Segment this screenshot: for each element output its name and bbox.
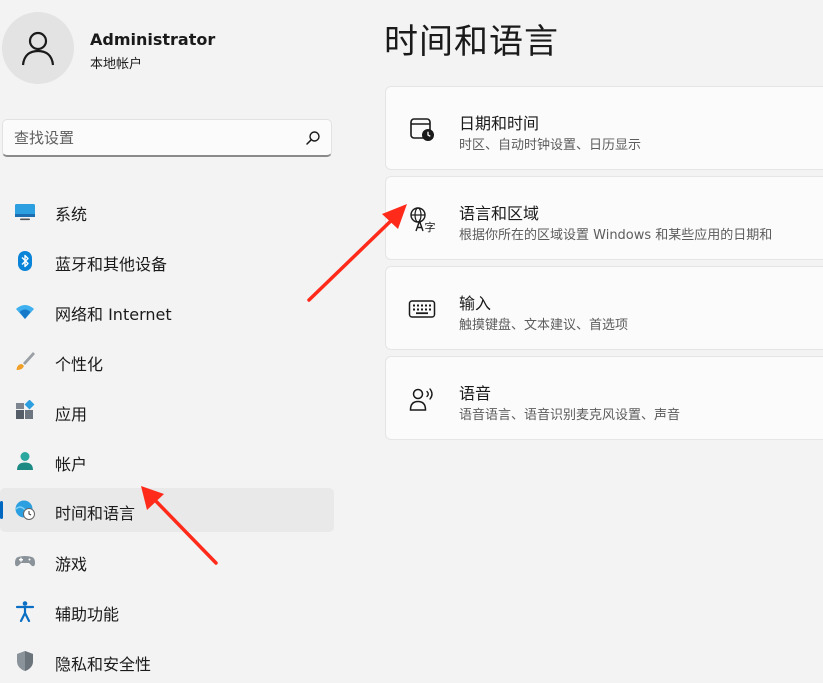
card-typing[interactable]: 输入 触摸键盘、文本建议、首选项: [385, 266, 823, 350]
language-icon: 字: [410, 207, 436, 233]
sidebar-item-label: 游戏: [55, 555, 88, 574]
wifi-icon: [16, 305, 34, 319]
card-title: 日期和时间: [459, 114, 540, 133]
user-name: Administrator: [90, 30, 216, 49]
sidebar-item-label: 辅助功能: [55, 605, 120, 624]
paintbrush-icon: [16, 352, 35, 371]
sidebar-item-system[interactable]: 系统: [0, 189, 334, 233]
sidebar-item-label: 网络和 Internet: [55, 305, 172, 324]
sidebar-item-network[interactable]: 网络和 Internet: [0, 289, 334, 333]
sidebar-item-label: 蓝牙和其他设备: [55, 255, 168, 274]
card-title: 输入: [459, 294, 492, 313]
search-input[interactable]: [14, 127, 284, 149]
shield-icon: [17, 651, 33, 671]
monitor-icon: [15, 204, 35, 221]
sidebar-item-time-language[interactable]: 时间和语言: [0, 488, 334, 532]
sidebar-item-label: 隐私和安全性: [55, 655, 152, 674]
page-title: 时间和语言: [384, 22, 559, 62]
card-subtitle: 根据你所在的区域设置 Windows 和某些应用的日期和: [459, 228, 773, 243]
bluetooth-icon: [18, 251, 32, 271]
sidebar-item-gaming[interactable]: 游戏: [0, 539, 334, 583]
sidebar-item-label: 应用: [55, 405, 88, 424]
card-subtitle: 语音语言、语音识别麦克风设置、声音: [459, 408, 681, 423]
accessibility-icon: [15, 601, 35, 622]
card-title: 语言和区域: [459, 204, 540, 223]
user-profile[interactable]: Administrator 本地帐户: [0, 10, 340, 90]
sidebar-item-label: 系统: [55, 205, 88, 224]
avatar[interactable]: [2, 12, 74, 84]
globe-clock-icon: [15, 500, 35, 520]
selection-indicator: [0, 501, 3, 519]
sidebar-item-personalization[interactable]: 个性化: [0, 339, 334, 383]
calendar-clock-icon: [410, 118, 434, 141]
sidebar-item-accessibility[interactable]: 辅助功能: [0, 589, 334, 633]
apps-icon: [16, 400, 35, 419]
sidebar-item-label: 帐户: [55, 455, 88, 474]
sidebar-item-label: 个性化: [55, 355, 104, 374]
sidebar-item-label: 时间和语言: [55, 504, 136, 523]
sidebar-item-bluetooth[interactable]: 蓝牙和其他设备: [0, 239, 334, 283]
search-icon[interactable]: [305, 130, 321, 146]
sidebar-item-privacy[interactable]: 隐私和安全性: [0, 639, 334, 683]
account-icon: [17, 452, 33, 470]
sidebar-item-apps[interactable]: 应用: [0, 389, 334, 433]
gamepad-icon: [15, 556, 35, 567]
svg-text:字: 字: [425, 220, 436, 233]
settings-search-box[interactable]: [2, 119, 332, 157]
card-title: 语音: [459, 384, 492, 403]
card-subtitle: 触摸键盘、文本建议、首选项: [459, 318, 629, 333]
person-icon: [21, 31, 55, 66]
card-date-time[interactable]: 日期和时间 时区、自动时钟设置、日历显示: [385, 86, 823, 170]
card-language-region[interactable]: 字 语言和区域 根据你所在的区域设置 Windows 和某些应用的日期和: [385, 176, 823, 260]
speech-icon: [409, 388, 433, 411]
card-subtitle: 时区、自动时钟设置、日历显示: [459, 138, 642, 153]
sidebar-item-accounts[interactable]: 帐户: [0, 439, 334, 483]
keyboard-icon: [408, 300, 436, 318]
card-speech[interactable]: 语音 语音语言、语音识别麦克风设置、声音: [385, 356, 823, 440]
account-type: 本地帐户: [90, 57, 143, 72]
